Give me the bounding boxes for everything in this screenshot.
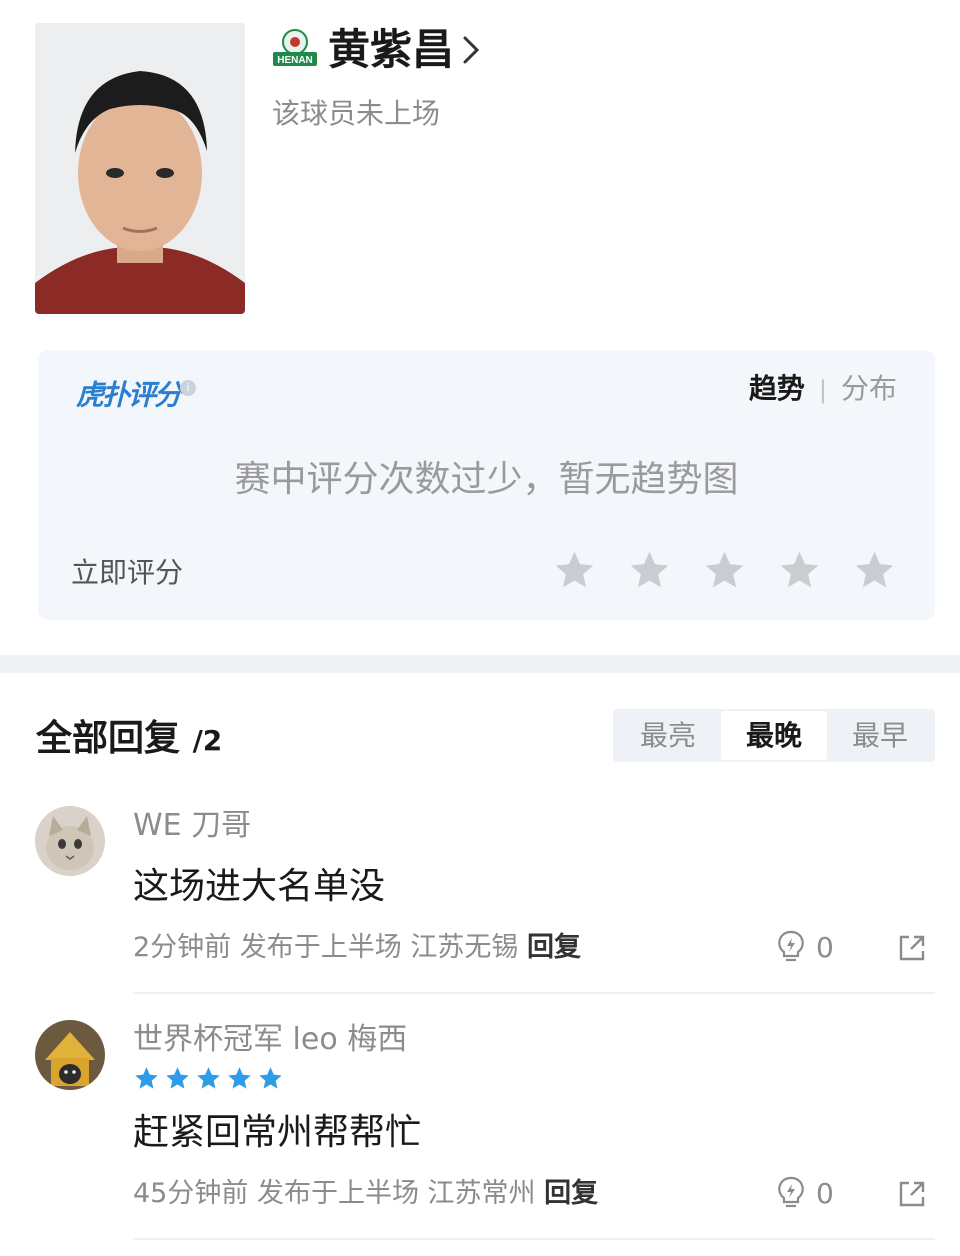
star-icon[interactable] bbox=[552, 548, 597, 593]
hupu-rating-logo: 虎扑评分® bbox=[76, 378, 194, 412]
avatar[interactable] bbox=[35, 1020, 105, 1090]
empty-chart-message: 赛中评分次数过少，暂无趋势图 bbox=[234, 459, 739, 500]
comment-meta: 2分钟前 发布于上半场 江苏无锡 回复 bbox=[133, 930, 581, 966]
row-divider bbox=[133, 992, 935, 994]
tab-separator: | bbox=[818, 376, 827, 404]
share-icon[interactable] bbox=[896, 932, 928, 964]
comment-location: 江苏常州 bbox=[427, 1178, 536, 1209]
team-badge-icon: HENAN bbox=[273, 29, 317, 66]
comment-time: 2分钟前 bbox=[133, 932, 232, 963]
username[interactable]: WE 刀哥 bbox=[133, 806, 251, 846]
reply-button[interactable]: 回复 bbox=[527, 932, 581, 963]
comment-published: 发布于上半场 bbox=[256, 1178, 419, 1209]
comment-time: 45分钟前 bbox=[133, 1178, 249, 1209]
tab-distribution[interactable]: 分布 bbox=[841, 372, 897, 405]
player-photo bbox=[35, 23, 245, 314]
star-icon[interactable] bbox=[777, 548, 822, 593]
share-icon[interactable] bbox=[896, 1178, 928, 1210]
rating-stars[interactable] bbox=[552, 548, 897, 593]
info-icon[interactable]: i bbox=[180, 380, 196, 396]
comment-text: 赶紧回常州帮帮忙 bbox=[133, 1112, 422, 1153]
player-name[interactable]: 黄紫昌 bbox=[328, 22, 454, 78]
section-divider bbox=[0, 655, 960, 673]
comment-meta: 45分钟前 发布于上半场 江苏常州 回复 bbox=[133, 1176, 598, 1212]
sort-tab-hottest[interactable]: 最亮 bbox=[615, 711, 721, 760]
like-button[interactable]: 0 bbox=[776, 1176, 834, 1210]
replies-title: 全部回复 /2 bbox=[36, 718, 223, 759]
player-status: 该球员未上场 bbox=[272, 97, 441, 130]
sort-tab-latest[interactable]: 最晚 bbox=[721, 711, 827, 760]
star-icon bbox=[166, 1067, 189, 1089]
sort-tab-earliest[interactable]: 最早 bbox=[827, 711, 933, 760]
star-icon bbox=[197, 1067, 220, 1089]
star-icon bbox=[228, 1067, 251, 1089]
chart-mode-tabs: 趋势 | 分布 bbox=[749, 370, 897, 409]
comment-text: 这场进大名单没 bbox=[133, 866, 386, 907]
row-divider bbox=[133, 1238, 935, 1240]
reply-count: /2 bbox=[192, 724, 223, 757]
reply-button[interactable]: 回复 bbox=[544, 1178, 598, 1209]
star-icon[interactable] bbox=[852, 548, 897, 593]
tab-trend[interactable]: 趋势 bbox=[749, 372, 805, 405]
lightbulb-icon bbox=[778, 1176, 804, 1208]
sort-tabs: 最亮 最晚 最早 bbox=[613, 709, 935, 762]
like-count: 0 bbox=[816, 930, 834, 964]
comment-location: 江苏无锡 bbox=[410, 932, 519, 963]
svg-text:HENAN: HENAN bbox=[277, 55, 313, 66]
comment-published: 发布于上半场 bbox=[239, 932, 402, 963]
like-button[interactable]: 0 bbox=[776, 930, 834, 964]
star-icon[interactable] bbox=[702, 548, 747, 593]
rating-card: 虎扑评分® i 趋势 | 分布 赛中评分次数过少，暂无趋势图 立即评分 bbox=[38, 350, 935, 620]
like-count: 0 bbox=[816, 1176, 834, 1210]
star-icon bbox=[259, 1067, 282, 1089]
lightbulb-icon bbox=[778, 930, 804, 962]
user-level-stars bbox=[133, 1065, 284, 1092]
chevron-right-icon[interactable] bbox=[460, 34, 482, 66]
rate-now-label: 立即评分 bbox=[71, 556, 184, 589]
avatar[interactable] bbox=[35, 806, 105, 876]
username[interactable]: 世界杯冠军 leo 梅西 bbox=[133, 1020, 407, 1060]
star-icon[interactable] bbox=[627, 548, 672, 593]
star-icon bbox=[135, 1067, 158, 1089]
